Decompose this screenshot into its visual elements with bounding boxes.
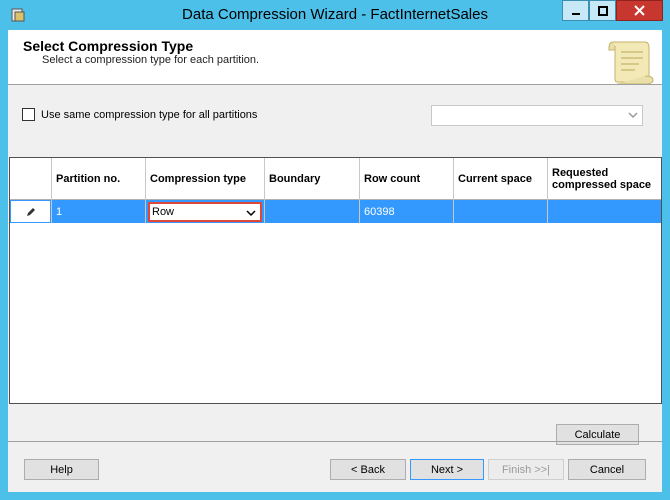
close-button[interactable] [616, 0, 663, 21]
cell-compression-type[interactable]: Row [146, 200, 265, 223]
same-type-select[interactable] [431, 105, 643, 126]
next-button[interactable]: Next > [410, 459, 484, 480]
same-type-option[interactable]: Use same compression type for all partit… [22, 108, 257, 121]
row-selector-box [10, 200, 51, 223]
wizard-client-area: Select Compression Type Select a compres… [8, 30, 662, 492]
cell-boundary[interactable] [265, 200, 360, 223]
page-title: Select Compression Type [23, 38, 194, 54]
pencil-icon [26, 207, 35, 216]
cell-current-space[interactable] [454, 200, 548, 223]
title-bar[interactable]: Data Compression Wizard - FactInternetSa… [0, 0, 670, 30]
maximize-icon [597, 5, 608, 16]
close-icon [634, 5, 645, 16]
cell-requested-space[interactable] [548, 200, 661, 223]
compression-type-value: Row [152, 205, 175, 218]
scroll-icon [608, 41, 654, 84]
compression-type-select[interactable]: Row [148, 201, 262, 222]
same-type-label: Use same compression type for all partit… [41, 108, 258, 121]
column-header-row-count[interactable]: Row count [360, 158, 454, 200]
help-button[interactable]: Help [24, 459, 99, 480]
page-header: Select Compression Type Select a compres… [8, 30, 662, 85]
row-selector[interactable] [10, 200, 52, 223]
minimize-icon [571, 12, 580, 15]
cancel-button[interactable]: Cancel [568, 459, 646, 480]
cell-partition-no[interactable]: 1 [52, 200, 146, 223]
chevron-down-icon [246, 209, 256, 216]
same-type-checkbox[interactable] [22, 108, 35, 121]
page-subtitle: Select a compression type for each parti… [42, 54, 260, 66]
table-row[interactable]: 1 Row 60398 [10, 200, 661, 223]
row-header-corner [10, 158, 52, 200]
column-header-compression-type[interactable]: Compression type [146, 158, 265, 200]
finish-button[interactable]: Finish >>| [488, 459, 564, 480]
chevron-down-icon [628, 112, 638, 119]
cell-row-count[interactable]: 60398 [360, 200, 454, 223]
maximize-button[interactable] [589, 0, 616, 21]
footer-divider [8, 441, 662, 442]
wizard-window: Data Compression Wizard - FactInternetSa… [0, 0, 670, 500]
minimize-button[interactable] [562, 0, 589, 21]
grid-header: Partition no. Compression type Boundary … [10, 158, 661, 200]
column-header-requested-space[interactable]: Requested compressed space [548, 158, 661, 200]
back-button[interactable]: < Back [330, 459, 406, 480]
column-header-boundary[interactable]: Boundary [265, 158, 360, 200]
column-header-current-space[interactable]: Current space [454, 158, 548, 200]
column-header-partition[interactable]: Partition no. [52, 158, 146, 200]
partitions-grid[interactable]: Partition no. Compression type Boundary … [9, 157, 662, 404]
